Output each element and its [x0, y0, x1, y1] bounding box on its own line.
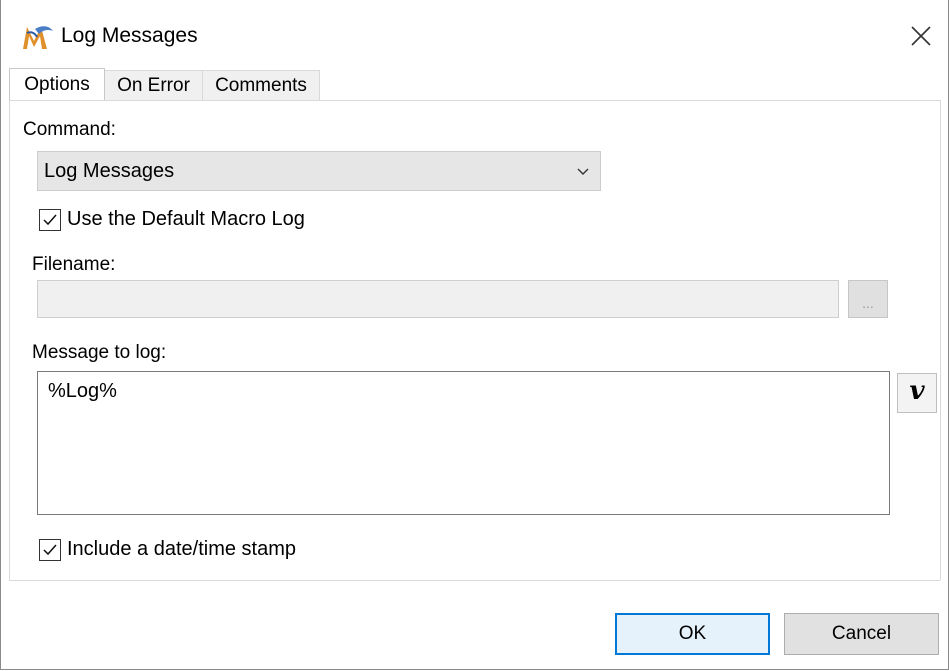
command-dropdown[interactable]: Log Messages: [37, 151, 601, 191]
tab-on-error[interactable]: On Error: [104, 70, 203, 100]
browse-button[interactable]: ...: [848, 280, 888, 318]
footer-divider: [9, 580, 940, 581]
close-icon[interactable]: [901, 16, 941, 56]
ok-button[interactable]: OK: [615, 613, 770, 655]
title-bar: Log Messages: [1, 0, 948, 68]
window-title: Log Messages: [61, 24, 198, 47]
dialog-window: Log Messages Options On Error Comments C…: [0, 0, 949, 670]
message-textarea[interactable]: %Log%: [37, 371, 890, 515]
message-label: Message to log:: [32, 342, 167, 363]
command-dropdown-value: Log Messages: [44, 159, 175, 182]
filename-field[interactable]: [37, 280, 839, 318]
insert-variable-button[interactable]: v: [897, 373, 937, 413]
command-label: Command:: [23, 119, 116, 140]
tab-comments-label: Comments: [215, 74, 307, 96]
use-default-log-checkbox[interactable]: [39, 208, 61, 231]
checkmark-icon: [43, 214, 57, 225]
message-text: %Log%: [48, 380, 117, 402]
timestamp-row: Include a date/time stamp: [39, 538, 296, 561]
checkmark-icon: [43, 544, 57, 555]
use-default-log-label: Use the Default Macro Log: [67, 208, 305, 230]
cancel-button[interactable]: Cancel: [784, 613, 939, 655]
chevron-down-icon: [577, 168, 589, 175]
keyboard-maestro-icon: [23, 26, 53, 49]
tab-on-error-label: On Error: [117, 74, 190, 96]
tab-options[interactable]: Options: [9, 68, 105, 100]
tab-options-label: Options: [24, 73, 90, 95]
timestamp-label: Include a date/time stamp: [67, 538, 297, 560]
filename-label: Filename:: [32, 254, 116, 275]
tab-comments[interactable]: Comments: [202, 70, 320, 100]
timestamp-checkbox[interactable]: [39, 538, 61, 561]
use-default-log-row: Use the Default Macro Log: [39, 208, 305, 231]
